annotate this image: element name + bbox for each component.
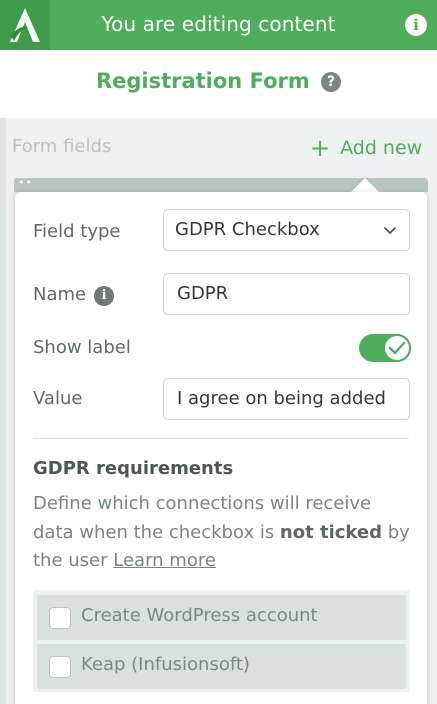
gdpr-requirements-title: GDPR requirements (33, 458, 234, 479)
add-new-button[interactable]: + Add new (310, 134, 422, 162)
connection-checkbox[interactable] (49, 607, 71, 629)
field-type-select[interactable]: GDPR Checkbox (163, 209, 410, 251)
form-header: Registration Form ? (0, 50, 437, 118)
form-title-text: Registration Form (95, 69, 310, 93)
info-icon[interactable]: i (405, 14, 427, 36)
check-icon (388, 341, 406, 355)
name-label: Name i (33, 284, 115, 306)
form-fields-label: Form fields (12, 136, 112, 157)
gdpr-desc-bold: not ticked (279, 521, 382, 543)
editing-banner: You are editing content i (0, 0, 437, 50)
add-new-label: Add new (340, 137, 423, 159)
list-item[interactable]: Keap (Infusionsoft) (37, 644, 406, 689)
connection-checkbox[interactable] (49, 656, 71, 678)
connection-label: Create WordPress account (81, 605, 318, 626)
panel-edge (0, 118, 6, 704)
list-item[interactable]: Create WordPress account (37, 595, 406, 640)
info-icon[interactable]: i (94, 286, 115, 306)
field-type-value: GDPR Checkbox (175, 219, 320, 240)
show-label-label: Show label (33, 337, 131, 358)
plus-icon: + (310, 134, 331, 162)
learn-more-link[interactable]: Learn more (113, 550, 216, 571)
name-input[interactable]: GDPR (163, 273, 410, 315)
gdpr-description: Define which connections will receive da… (33, 490, 413, 576)
drag-dots-icon: •• (18, 176, 33, 189)
show-label-toggle[interactable] (359, 334, 411, 362)
value-input[interactable]: I agree on being added (163, 378, 410, 420)
field-type-label: Field type (33, 221, 121, 242)
editing-banner-title: You are editing content (101, 12, 336, 36)
help-icon[interactable]: ? (321, 72, 342, 92)
chevron-down-icon (384, 227, 396, 235)
page-title: Registration Form ? (0, 69, 437, 93)
section-divider (33, 438, 410, 439)
toggle-knob (383, 334, 411, 362)
name-label-text: Name (33, 284, 87, 305)
value-label: Value (33, 388, 83, 409)
connection-label: Keap (Infusionsoft) (81, 654, 250, 675)
